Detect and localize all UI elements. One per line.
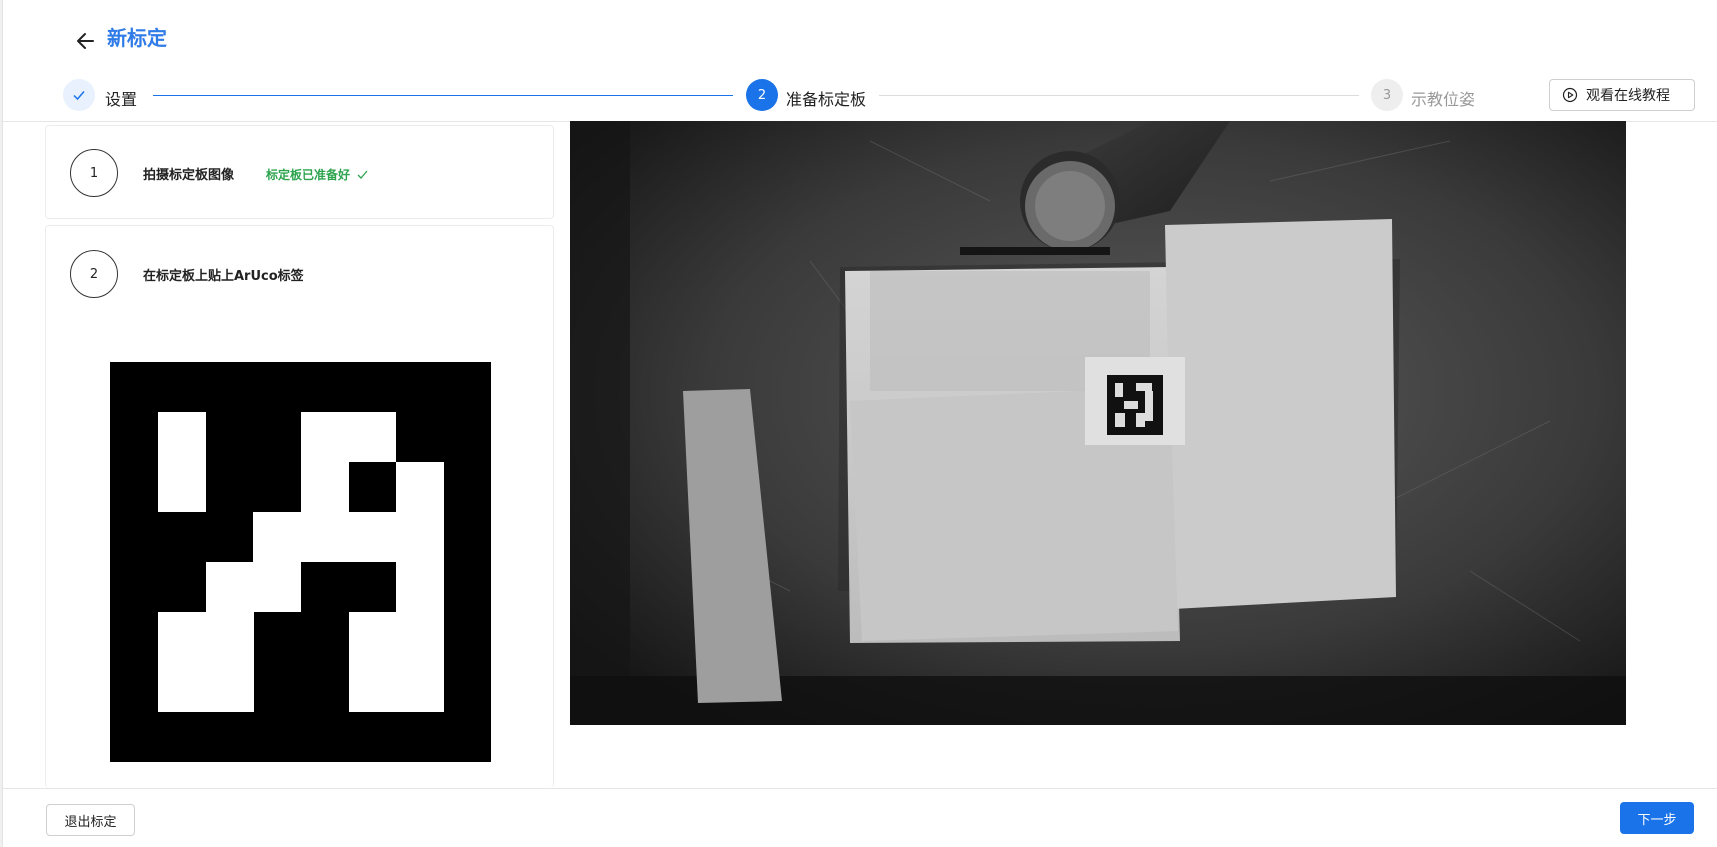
next-step-button[interactable]: 下一步	[1620, 802, 1694, 834]
step-2-number: 2	[746, 79, 778, 111]
step-1-card: 1 拍摄标定板图像 标定板已准备好	[45, 125, 554, 219]
footer-bar: 退出标定 下一步	[3, 788, 1717, 847]
step-2-label: 准备标定板	[786, 90, 867, 109]
stepper: 设置 2 准备标定板 3 示教位姿	[63, 78, 1475, 114]
board-ready-text: 标定板已准备好	[266, 168, 351, 182]
page-title: 新标定	[107, 26, 167, 50]
step-2-title: 在标定板上贴上ArUco标签	[143, 269, 304, 284]
step-line-2	[879, 95, 1359, 96]
step-3-label: 示教位姿	[1411, 90, 1476, 109]
aruco-marker-image	[110, 362, 491, 762]
header: 新标定 设置 2 准备标定板 3 示教位姿 观看在线教程	[3, 0, 1717, 122]
step-1-check-icon	[63, 79, 95, 111]
step-1-title: 拍摄标定板图像	[143, 168, 235, 183]
board-ready-status: 标定板已准备好	[266, 166, 369, 183]
step-3-number: 3	[1371, 79, 1403, 111]
step-1-label: 设置	[105, 90, 138, 109]
check-icon	[357, 170, 368, 179]
back-arrow-icon[interactable]	[73, 28, 99, 54]
exit-calibration-button[interactable]: 退出标定	[46, 804, 135, 836]
app-window: 新标定 设置 2 准备标定板 3 示教位姿 观看在线教程 1 拍摄标定板图像 标…	[0, 0, 1717, 847]
tutorial-label: 观看在线教程	[1586, 88, 1670, 104]
step-line-1	[153, 95, 733, 96]
play-circle-icon	[1562, 87, 1578, 103]
step-1-circle: 1	[70, 149, 118, 197]
page-frame: 新标定 设置 2 准备标定板 3 示教位姿 观看在线教程 1 拍摄标定板图像 标…	[2, 0, 1717, 847]
step-2-circle: 2	[70, 250, 118, 298]
watch-tutorial-button[interactable]: 观看在线教程	[1549, 79, 1695, 111]
camera-preview-image	[570, 121, 1626, 725]
